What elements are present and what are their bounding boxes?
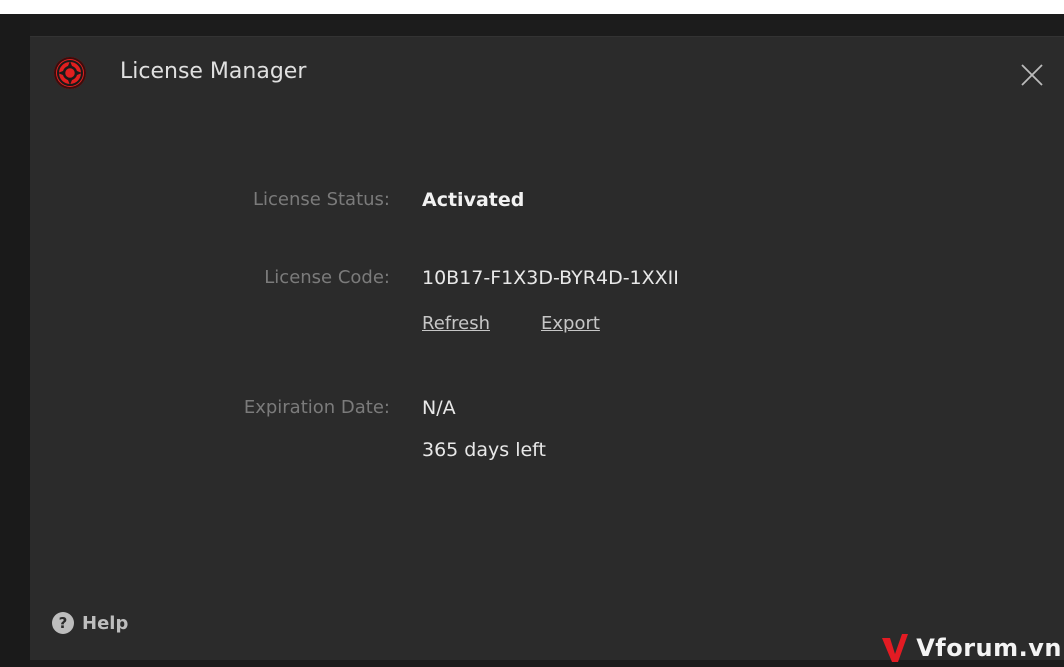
backdrop-left [0, 14, 30, 667]
watermark: Vforum.vn [880, 629, 1064, 667]
watermark-text: Vforum.vn [916, 634, 1062, 662]
refresh-link[interactable]: Refresh [422, 313, 490, 334]
backdrop-top [0, 0, 1064, 14]
expiration-date-value: N/A [422, 397, 456, 419]
close-button[interactable] [1020, 63, 1044, 87]
expiration-date-label: Expiration Date: [243, 397, 390, 418]
help-circle-icon: ? [52, 612, 74, 634]
license-status-value: Activated [422, 189, 525, 211]
days-left-value: 365 days left [422, 439, 546, 461]
license-code-label: License Code: [264, 267, 390, 288]
vforum-logo-icon [882, 634, 909, 662]
help-label: Help [82, 612, 129, 634]
title-bar: License Manager [30, 37, 1064, 113]
help-button[interactable]: ? Help [52, 612, 128, 634]
close-icon [1021, 64, 1043, 86]
export-link[interactable]: Export [541, 313, 600, 334]
dialog-title: License Manager [120, 59, 307, 84]
license-status-label: License Status: [252, 189, 390, 210]
license-code-value: 10B17-F1X3D-BYR4D-1XXII [422, 267, 679, 289]
license-manager-dialog: License Manager License Status: Activate… [30, 36, 1064, 660]
app-logo-icon [54, 57, 86, 89]
